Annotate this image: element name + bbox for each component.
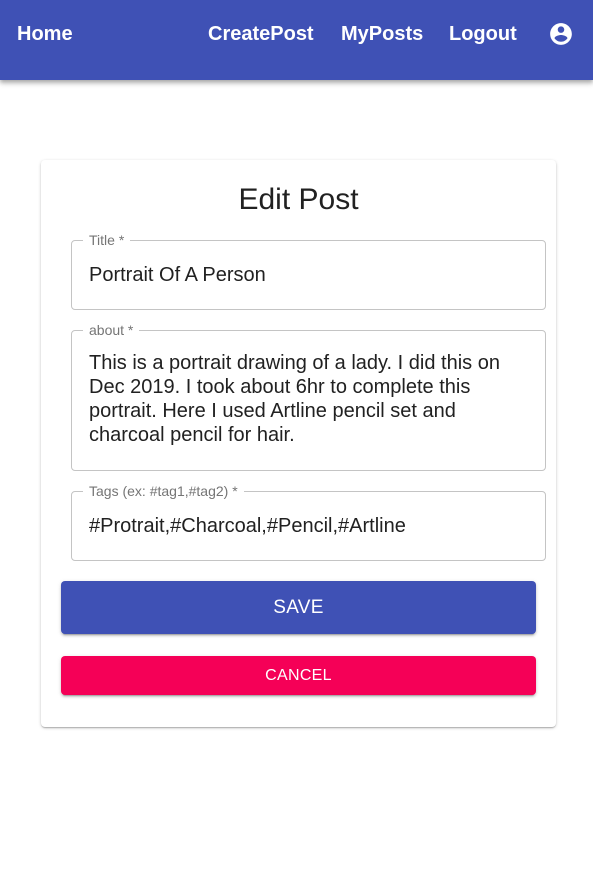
page-title: Edit Post xyxy=(238,183,359,216)
title-field[interactable]: Title * Portrait Of A Person xyxy=(71,231,546,310)
edit-post-card: Edit Post Title * Portrait Of A Person a… xyxy=(41,160,556,727)
about-textarea[interactable]: This is a portrait drawing of a lady. I … xyxy=(89,351,531,447)
about-field-label: about * xyxy=(83,321,140,339)
tags-input[interactable]: #Protrait,#Charcoal,#Pencil,#Artline xyxy=(89,514,531,538)
nav-my-posts-link[interactable]: MyPosts xyxy=(341,22,423,46)
nav-home-link[interactable]: Home xyxy=(17,22,73,46)
title-field-label: Title * xyxy=(83,231,131,249)
account-circle-icon[interactable] xyxy=(548,21,574,47)
about-field[interactable]: about * This is a portrait drawing of a … xyxy=(71,321,546,471)
nav-logout-link[interactable]: Logout xyxy=(449,22,517,46)
nav-create-post-link[interactable]: CreatePost xyxy=(208,22,314,46)
tags-field-label: Tags (ex: #tag1,#tag2) * xyxy=(83,482,244,500)
title-input[interactable]: Portrait Of A Person xyxy=(89,263,531,287)
app-bar: Home CreatePost MyPosts Logout xyxy=(0,0,593,80)
tags-field[interactable]: Tags (ex: #tag1,#tag2) * #Protrait,#Char… xyxy=(71,482,546,561)
cancel-button[interactable]: CANCEL xyxy=(61,656,536,695)
save-button[interactable]: SAVE xyxy=(61,581,536,634)
